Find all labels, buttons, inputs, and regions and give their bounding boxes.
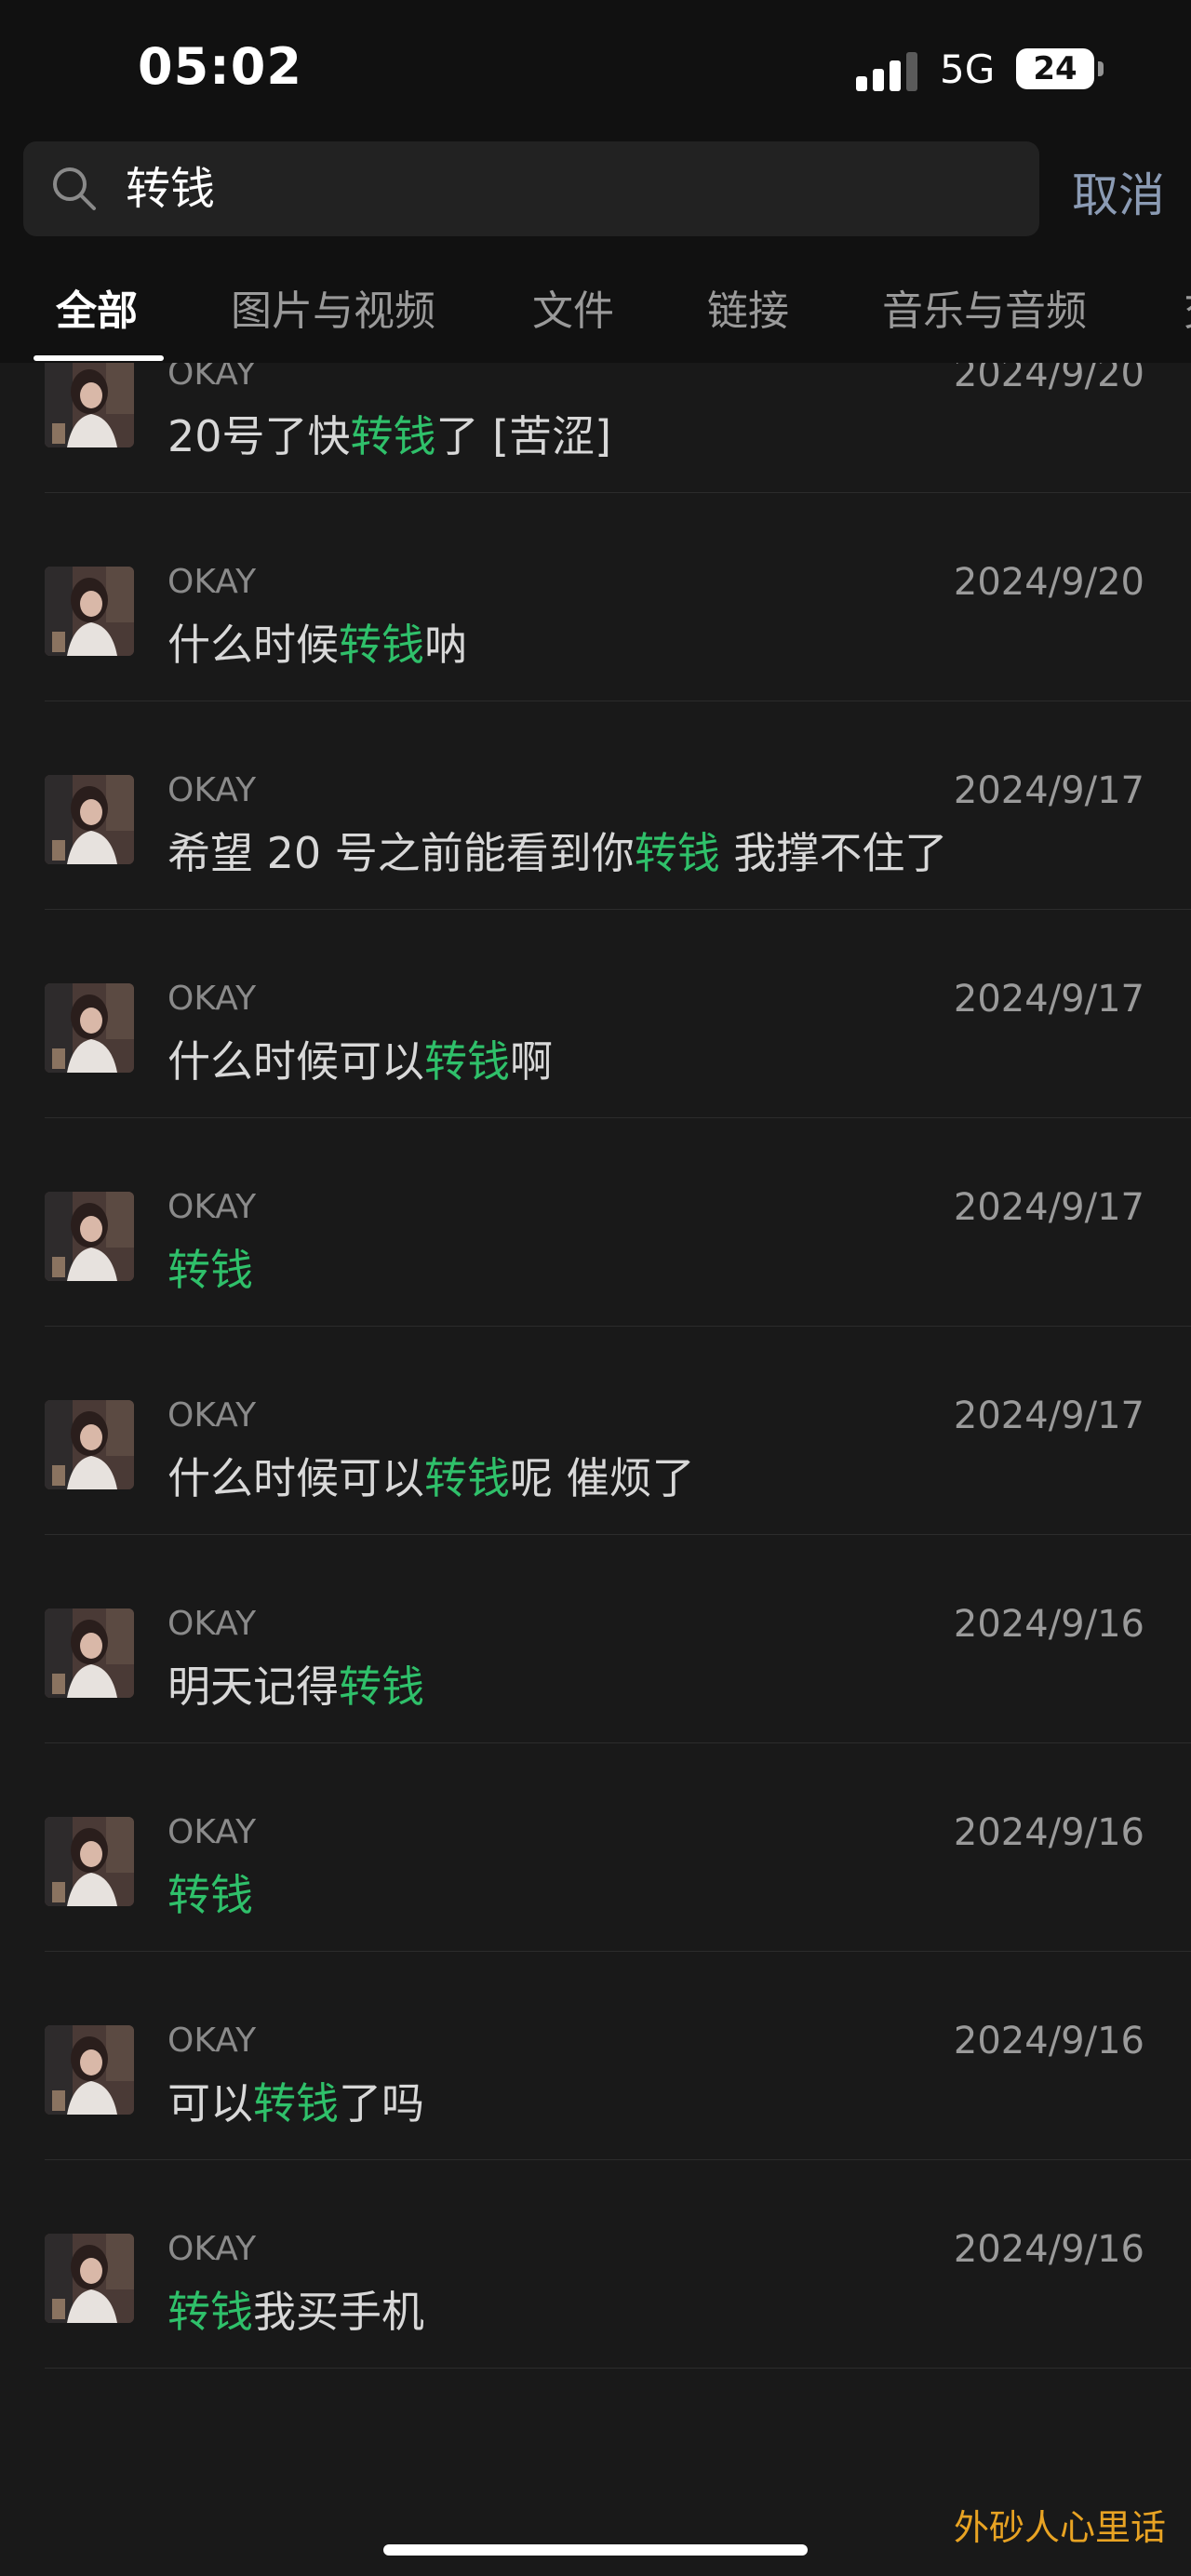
tab-files[interactable]: 文件 (532, 277, 614, 337)
sender-name: OKAY (167, 980, 257, 1018)
snippet-after: 了 [苦涩] (435, 411, 612, 461)
tab-more[interactable]: 交 (1184, 277, 1191, 337)
snippet-after: 呐 (424, 620, 467, 670)
cancel-button[interactable]: 取消 (1072, 158, 1165, 225)
snippet-keyword: 转钱 (167, 1245, 253, 1295)
message-snippet: 20号了快转钱了 [苦涩] (167, 403, 611, 464)
row-divider (45, 2368, 1191, 2369)
filter-tabs: 全部 图片与视频 文件 链接 音乐与音频 交 (0, 277, 1191, 361)
snippet-keyword: 转钱 (424, 1453, 510, 1503)
snippet-before: 可以 (167, 2078, 253, 2129)
snippet-before: 明天记得 (167, 1662, 339, 1712)
search-input[interactable]: 转钱 (126, 141, 215, 236)
avatar (45, 1608, 134, 1698)
avatar (45, 567, 134, 656)
battery-tip (1098, 61, 1104, 76)
search-result-row[interactable]: OKAY 2024/9/16 可以转钱了吗 (0, 1951, 1191, 2160)
search-result-row[interactable]: OKAY 2024/9/17 转钱 (0, 1117, 1191, 1327)
avatar (45, 2025, 134, 2115)
tab-links[interactable]: 链接 (707, 277, 789, 337)
snippet-keyword: 转钱 (350, 411, 436, 461)
message-snippet: 转钱我买手机 (167, 2278, 424, 2340)
watermark: 外砂人心里话 (954, 2507, 1167, 2548)
message-date: 2024/9/16 (953, 2020, 1144, 2062)
message-date: 2024/9/17 (953, 1186, 1144, 1229)
search-header: 转钱 取消 全部 图片与视频 文件 链接 音乐与音频 交 (0, 140, 1191, 363)
snippet-keyword: 转钱 (167, 2287, 253, 2337)
sender-name: OKAY (167, 2230, 257, 2268)
tab-all[interactable]: 全部 (56, 277, 138, 337)
sender-name: OKAY (167, 1188, 257, 1226)
snippet-after: 我撑不住了 (719, 828, 948, 878)
message-date: 2024/9/16 (953, 2228, 1144, 2271)
snippet-after: 了吗 (339, 2078, 424, 2129)
snippet-before: 希望 20 号之前能看到你 (167, 828, 635, 878)
snippet-before: 什么时候可以 (167, 1453, 424, 1503)
message-snippet: 明天记得转钱 (167, 1653, 424, 1715)
avatar (45, 1817, 134, 1906)
snippet-before: 20号了快 (167, 411, 351, 461)
home-indicator (383, 2544, 808, 2556)
active-tab-indicator (33, 355, 164, 361)
message-snippet: 转钱 (167, 1862, 253, 1923)
message-snippet: 可以转钱了吗 (167, 2070, 424, 2131)
avatar (45, 983, 134, 1073)
snippet-before: 什么时候 (167, 620, 339, 670)
search-result-row[interactable]: OKAY 2024/9/17 希望 20 号之前能看到你转钱 我撑不住了 (0, 701, 1191, 910)
sender-name: OKAY (167, 563, 257, 601)
sender-name: OKAY (167, 771, 257, 809)
search-bar[interactable]: 转钱 (23, 141, 1039, 236)
avatar (45, 2234, 134, 2323)
snippet-before: 什么时候可以 (167, 1036, 424, 1087)
tab-music-audio[interactable]: 音乐与音频 (882, 277, 1087, 337)
message-date: 2024/9/17 (953, 769, 1144, 812)
avatar (45, 1400, 134, 1489)
message-date: 2024/9/17 (953, 978, 1144, 1021)
sender-name: OKAY (167, 1605, 257, 1643)
snippet-keyword: 转钱 (253, 2078, 339, 2129)
message-date: 2024/9/20 (953, 561, 1144, 604)
snippet-after: 我买手机 (253, 2287, 424, 2337)
snippet-after: 啊 (510, 1036, 553, 1087)
avatar (45, 1192, 134, 1281)
message-snippet: 什么时候转钱呐 (167, 611, 467, 673)
message-snippet: 转钱 (167, 1236, 253, 1298)
message-date: 2024/9/16 (953, 1811, 1144, 1854)
snippet-keyword: 转钱 (339, 620, 424, 670)
tab-images-videos[interactable]: 图片与视频 (231, 277, 435, 337)
sender-name: OKAY (167, 1813, 257, 1851)
sender-name: OKAY (167, 1396, 257, 1435)
snippet-keyword: 转钱 (167, 1870, 253, 1920)
snippet-after: 呢 催烦了 (510, 1453, 695, 1503)
message-snippet: 希望 20 号之前能看到你转钱 我撑不住了 (167, 820, 947, 881)
search-icon (53, 167, 96, 210)
snippet-keyword: 转钱 (339, 1662, 424, 1712)
message-snippet: 什么时候可以转钱啊 (167, 1028, 553, 1089)
search-result-row[interactable]: OKAY 2024/9/17 什么时候可以转钱呢 催烦了 (0, 1326, 1191, 1535)
search-result-row[interactable]: OKAY 2024/9/16 转钱 (0, 1742, 1191, 1952)
snippet-keyword: 转钱 (634, 828, 720, 878)
search-result-row[interactable]: OKAY 2024/9/16 明天记得转钱 (0, 1534, 1191, 1743)
message-snippet: 什么时候可以转钱呢 催烦了 (167, 1445, 695, 1506)
message-date: 2024/9/17 (953, 1395, 1144, 1437)
sender-name: OKAY (167, 2022, 257, 2060)
search-result-row[interactable]: OKAY 2024/9/16 转钱我买手机 (0, 2159, 1191, 2369)
search-result-row[interactable]: OKAY 2024/9/17 什么时候可以转钱啊 (0, 909, 1191, 1118)
snippet-keyword: 转钱 (424, 1036, 510, 1087)
avatar (45, 775, 134, 864)
message-date: 2024/9/16 (953, 1603, 1144, 1646)
search-result-row[interactable]: OKAY 2024/9/20 什么时候转钱呐 (0, 492, 1191, 701)
avatar (45, 358, 134, 447)
